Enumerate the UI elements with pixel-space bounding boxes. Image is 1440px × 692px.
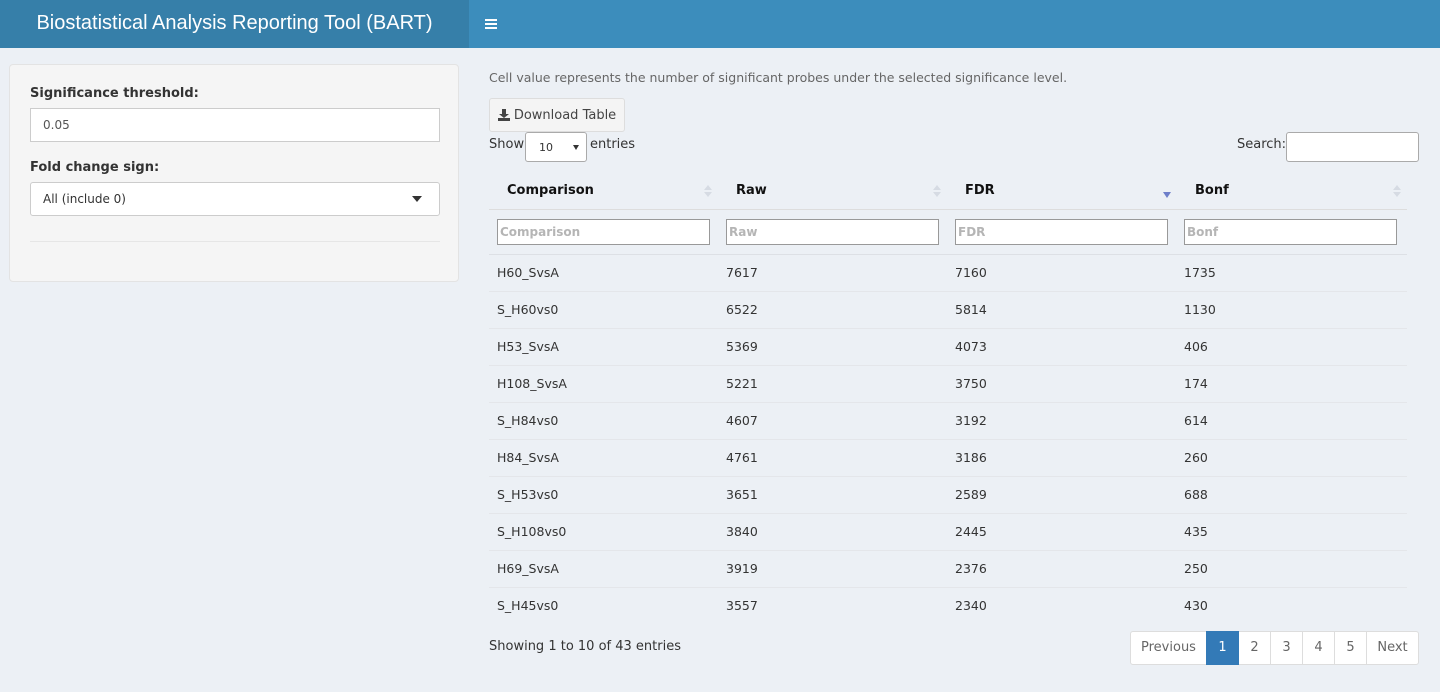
cell-raw: 5369: [726, 339, 758, 354]
cell-bonf: 614: [1184, 413, 1208, 428]
cell-fdr: 3750: [955, 376, 987, 391]
cell-fdr: 2376: [955, 561, 987, 576]
divider: [30, 241, 440, 242]
sort-icon: [1393, 185, 1401, 199]
cell-comparison: S_H84vs0: [497, 413, 559, 428]
cell-bonf: 1735: [1184, 265, 1216, 280]
info-text: Cell value represents the number of sign…: [489, 70, 1068, 85]
cell-raw: 3840: [726, 524, 758, 539]
cell-fdr: 2445: [955, 524, 987, 539]
cell-fdr: 7160: [955, 265, 987, 280]
download-label: Download Table: [513, 107, 617, 123]
cell-bonf: 250: [1184, 561, 1208, 576]
threshold-input[interactable]: [30, 108, 440, 142]
cell-comparison: H108_SvsA: [497, 376, 567, 391]
table-row: S_H84vs0 4607 3192 614: [489, 402, 1407, 439]
table-header: Comparison Raw FDR Bonf: [489, 172, 1407, 210]
cell-fdr: 3192: [955, 413, 987, 428]
table-row: H60_SvsA 7617 7160 1735: [489, 254, 1407, 291]
page-button-4[interactable]: 4: [1302, 631, 1335, 665]
cell-comparison: S_H108vs0: [497, 524, 567, 539]
app-title: Biostatistical Analysis Reporting Tool (…: [0, 0, 469, 48]
page-button-3[interactable]: 3: [1270, 631, 1303, 665]
filter-input-fdr[interactable]: [955, 219, 1168, 245]
hamburger-icon[interactable]: [478, 0, 504, 48]
cell-bonf: 688: [1184, 487, 1208, 502]
cell-raw: 5221: [726, 376, 758, 391]
cell-raw: 4607: [726, 413, 758, 428]
cell-fdr: 4073: [955, 339, 987, 354]
filter-input-raw[interactable]: [726, 219, 939, 245]
table-body: H60_SvsA 7617 7160 1735 S_H60vs0 6522 58…: [489, 254, 1407, 624]
cell-raw: 6522: [726, 302, 758, 317]
table-row: H84_SvsA 4761 3186 260: [489, 439, 1407, 476]
page-button-5[interactable]: 5: [1334, 631, 1367, 665]
sort-descending-icon: [1163, 192, 1171, 198]
entries-per-page-select[interactable]: 10: [525, 132, 587, 162]
cell-bonf: 174: [1184, 376, 1208, 391]
results-table: Comparison Raw FDR Bonf H60_SvsA 7617 71…: [489, 172, 1407, 624]
sort-icon: [704, 185, 712, 199]
page-button-2[interactable]: 2: [1238, 631, 1271, 665]
cell-comparison: S_H60vs0: [497, 302, 559, 317]
filter-input-bonf[interactable]: [1184, 219, 1397, 245]
cell-fdr: 2589: [955, 487, 987, 502]
table-row: S_H60vs0 6522 5814 1130: [489, 291, 1407, 328]
cell-raw: 3557: [726, 598, 758, 613]
cell-raw: 7617: [726, 265, 758, 280]
table-row: S_H108vs0 3840 2445 435: [489, 513, 1407, 550]
filter-input-comparison[interactable]: [497, 219, 710, 245]
cell-raw: 3919: [726, 561, 758, 576]
cell-comparison: S_H45vs0: [497, 598, 559, 613]
sort-icon: [933, 185, 941, 199]
page-button-1[interactable]: 1: [1206, 631, 1239, 665]
download-icon: [497, 109, 510, 121]
fold-change-select[interactable]: All (include 0): [30, 182, 440, 216]
column-header-fdr[interactable]: FDR: [965, 172, 995, 210]
search-label: Search:: [1237, 137, 1287, 152]
previous-page-button[interactable]: Previous: [1130, 631, 1207, 665]
cell-bonf: 406: [1184, 339, 1208, 354]
cell-bonf: 430: [1184, 598, 1208, 613]
column-filter-row: [489, 210, 1407, 254]
cell-bonf: 1130: [1184, 302, 1216, 317]
chevron-down-icon: [412, 196, 422, 202]
next-page-button[interactable]: Next: [1366, 631, 1419, 665]
table-row: S_H53vs0 3651 2589 688: [489, 476, 1407, 513]
column-header-bonf[interactable]: Bonf: [1195, 172, 1229, 210]
cell-comparison: S_H53vs0: [497, 487, 559, 502]
cell-comparison: H53_SvsA: [497, 339, 559, 354]
column-header-raw[interactable]: Raw: [736, 172, 767, 210]
cell-bonf: 435: [1184, 524, 1208, 539]
sidebar-panel: Significance threshold: Fold change sign…: [9, 64, 459, 282]
cell-comparison: H60_SvsA: [497, 265, 559, 280]
pagination: Previous 1 2 3 4 5 Next: [1130, 631, 1419, 665]
show-label: Show: [489, 137, 525, 152]
fold-change-value: All (include 0): [43, 192, 126, 206]
chevron-down-icon: [573, 145, 579, 150]
cell-bonf: 260: [1184, 450, 1208, 465]
table-row: H53_SvsA 5369 4073 406: [489, 328, 1407, 365]
column-header-comparison[interactable]: Comparison: [507, 172, 594, 210]
cell-raw: 3651: [726, 487, 758, 502]
table-row: S_H45vs0 3557 2340 430: [489, 587, 1407, 624]
cell-comparison: H84_SvsA: [497, 450, 559, 465]
entries-value: 10: [539, 141, 553, 154]
table-row: H69_SvsA 3919 2376 250: [489, 550, 1407, 587]
top-navbar: Biostatistical Analysis Reporting Tool (…: [0, 0, 1440, 48]
download-table-button[interactable]: Download Table: [489, 98, 625, 132]
cell-raw: 4761: [726, 450, 758, 465]
cell-fdr: 2340: [955, 598, 987, 613]
entries-label: entries: [590, 137, 636, 152]
fold-change-label: Fold change sign:: [30, 160, 160, 175]
table-row: H108_SvsA 5221 3750 174: [489, 365, 1407, 402]
cell-fdr: 5814: [955, 302, 987, 317]
cell-fdr: 3186: [955, 450, 987, 465]
search-input[interactable]: [1286, 132, 1419, 162]
cell-comparison: H69_SvsA: [497, 561, 559, 576]
table-info: Showing 1 to 10 of 43 entries: [489, 639, 681, 654]
threshold-label: Significance threshold:: [30, 86, 199, 101]
